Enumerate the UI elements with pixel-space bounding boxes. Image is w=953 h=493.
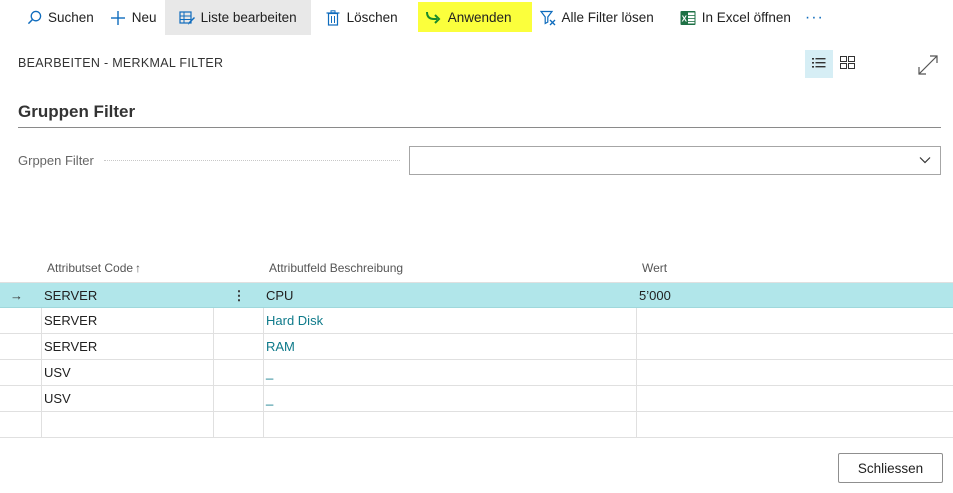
row-indicator <box>10 386 30 411</box>
clear-filters-label: Alle Filter lösen <box>561 10 654 25</box>
page-title: BEARBEITEN - MERKMAL FILTER <box>18 56 224 70</box>
cell-description[interactable]: _ <box>266 386 273 411</box>
table-row[interactable]: SERVER RAM <box>0 334 953 360</box>
cell-code[interactable]: USV <box>44 386 71 411</box>
apply-button-label: Anwenden <box>447 9 512 25</box>
apply-arrow-icon <box>426 9 442 25</box>
chevron-down-icon <box>918 153 932 170</box>
column-header-value[interactable]: Wert <box>642 261 667 275</box>
delete-button-label: Löschen <box>346 10 398 25</box>
row-indicator <box>10 412 30 437</box>
cell-code[interactable]: SERVER <box>44 334 97 359</box>
field-leader-dots <box>104 160 400 161</box>
column-header-code[interactable]: Attributset Code ↑ <box>47 261 141 275</box>
grid-header: Attributset Code ↑ Attributfeld Beschreib… <box>0 254 953 282</box>
search-icon <box>26 10 42 26</box>
search-button[interactable]: Suchen <box>0 0 102 35</box>
row-menu-button[interactable] <box>232 308 246 333</box>
new-button-label: Neu <box>131 10 157 25</box>
table-row[interactable]: USV _ <box>0 386 953 412</box>
more-options-label: ··· <box>804 8 824 26</box>
open-in-excel-button[interactable]: X In Excel öffnen <box>662 0 799 35</box>
row-indicator <box>10 308 30 333</box>
tile-view-button[interactable] <box>836 50 858 78</box>
row-indicator <box>10 334 30 359</box>
clear-filter-icon <box>539 10 556 26</box>
row-menu-button[interactable] <box>232 412 246 437</box>
expand-button[interactable] <box>914 52 942 80</box>
edit-list-icon <box>178 10 195 26</box>
table-row[interactable] <box>0 412 953 438</box>
cell-description[interactable]: Hard Disk <box>266 308 323 333</box>
row-menu-button[interactable] <box>232 334 246 359</box>
open-in-excel-label: In Excel öffnen <box>701 10 791 25</box>
row-indicator <box>10 360 30 385</box>
row-menu-button[interactable] <box>232 386 246 411</box>
column-header-description[interactable]: Attributfeld Beschreibung <box>269 261 403 275</box>
new-button[interactable]: Neu <box>102 0 165 35</box>
more-options-button[interactable]: ··· <box>799 0 830 35</box>
excel-icon: X <box>680 10 696 26</box>
list-view-button[interactable] <box>805 50 833 78</box>
delete-button[interactable]: Löschen <box>311 0 412 35</box>
cell-code[interactable]: SERVER <box>44 308 97 333</box>
close-button-label: Schliessen <box>857 460 924 476</box>
group-divider <box>18 127 941 128</box>
cell-description[interactable]: RAM <box>266 334 295 359</box>
attribute-grid: Attributset Code ↑ Attributfeld Beschreib… <box>0 254 953 438</box>
trash-icon <box>325 9 341 26</box>
row-menu-button[interactable]: ⋮ <box>232 283 246 308</box>
row-indicator-arrow-icon: → <box>10 288 23 303</box>
apply-button[interactable]: Anwenden <box>417 2 532 32</box>
plus-icon <box>110 10 126 26</box>
group-filter-label: Grppen Filter <box>18 153 94 168</box>
table-row[interactable]: USV _ <box>0 360 953 386</box>
edit-list-button[interactable]: Liste bearbeiten <box>164 0 311 35</box>
row-menu-button[interactable] <box>232 360 246 385</box>
search-button-label: Suchen <box>48 10 94 25</box>
close-button[interactable]: Schliessen <box>838 453 943 483</box>
table-row[interactable]: → SERVER ⋮ CPU 5’000 <box>0 282 953 308</box>
edit-list-label: Liste bearbeiten <box>200 10 297 25</box>
cell-code[interactable]: USV <box>44 360 71 385</box>
expand-icon <box>917 54 939 79</box>
cell-value[interactable]: 5’000 <box>639 283 671 308</box>
cell-code[interactable]: SERVER <box>44 283 97 308</box>
action-bar: Suchen Neu Liste bearbeiten Löschen Anwe… <box>0 0 953 35</box>
cell-description[interactable]: CPU <box>266 283 293 308</box>
column-header-code-label: Attributset Code <box>47 261 134 275</box>
clear-filters-button[interactable]: Alle Filter lösen <box>532 0 662 35</box>
group-title: Gruppen Filter <box>18 102 136 121</box>
tile-view-icon <box>839 56 855 72</box>
group-filter-select[interactable] <box>409 146 941 175</box>
sort-ascending-icon: ↑ <box>135 261 142 275</box>
table-row[interactable]: SERVER Hard Disk <box>0 308 953 334</box>
cell-description[interactable]: _ <box>266 360 273 385</box>
svg-text:X: X <box>681 14 687 23</box>
list-view-icon <box>812 57 826 72</box>
